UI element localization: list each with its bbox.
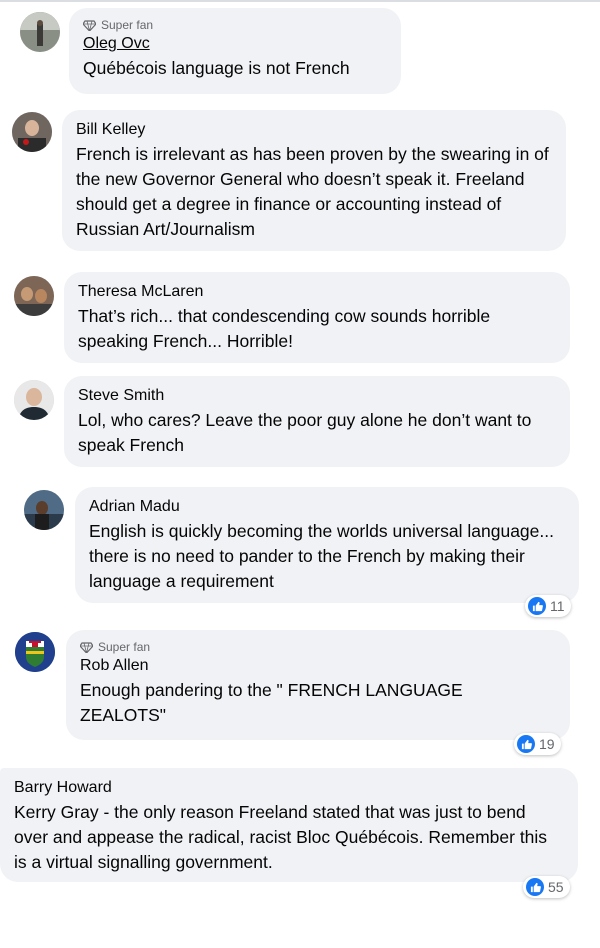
comment-bubble: Super fan Rob Allen Enough pandering to … [66, 630, 570, 740]
comment-bubble: Theresa McLaren That’s rich... that cond… [64, 272, 570, 363]
commenter-name[interactable]: Adrian Madu [89, 497, 565, 517]
comment-text: French is irrelevant as has been proven … [76, 144, 554, 239]
like-icon [528, 597, 546, 615]
badge-label: Super fan [101, 18, 154, 32]
top-divider [0, 0, 600, 2]
like-icon [517, 735, 535, 753]
commenter-name[interactable]: Steve Smith [78, 386, 556, 406]
avatar[interactable] [15, 632, 55, 672]
comment-text: English is quickly becoming the worlds u… [89, 521, 559, 591]
comment-text: Québécois language is not French [83, 58, 350, 78]
reaction-count[interactable]: 11 [525, 595, 571, 617]
commenter-name[interactable]: Barry Howard [14, 778, 564, 798]
reaction-count[interactable]: 55 [523, 876, 570, 898]
comment-text: Lol, who cares? Leave the poor guy alone… [78, 410, 537, 455]
reaction-count-label: 19 [539, 736, 555, 752]
commenter-name[interactable]: Bill Kelley [76, 120, 552, 140]
reaction-count[interactable]: 19 [514, 733, 561, 755]
reaction-count-label: 55 [548, 879, 564, 895]
commenter-name[interactable]: Oleg Ovc [83, 34, 387, 54]
avatar[interactable] [14, 276, 54, 316]
super-fan-badge: Super fan [83, 18, 387, 32]
comment-text: That’s rich... that condescending cow so… [78, 306, 496, 351]
comment-bubble: Steve Smith Lol, who cares? Leave the po… [64, 376, 570, 467]
reaction-count-label: 11 [550, 598, 565, 614]
comment-bubble: Adrian Madu English is quickly becoming … [75, 487, 579, 603]
comment-bubble: Bill Kelley French is irrelevant as has … [62, 110, 566, 251]
diamond-icon [83, 19, 96, 31]
commenter-name[interactable]: Theresa McLaren [78, 282, 556, 302]
comment-text: Enough pandering to the " FRENCH LANGUAG… [80, 680, 468, 725]
commenter-name[interactable]: Rob Allen [80, 656, 556, 676]
avatar[interactable] [14, 380, 54, 420]
avatar[interactable] [12, 112, 52, 152]
comment-bubble: Barry Howard Kerry Gray - the only reaso… [0, 768, 578, 882]
like-icon [526, 878, 544, 896]
diamond-icon [80, 641, 93, 653]
comment-text: Kerry Gray - the only reason Freeland st… [14, 802, 552, 872]
comment-bubble: Super fan Oleg Ovc Québécois language is… [69, 8, 401, 94]
badge-label: Super fan [98, 640, 151, 654]
avatar[interactable] [24, 490, 64, 530]
super-fan-badge: Super fan [80, 640, 556, 654]
avatar[interactable] [20, 12, 60, 52]
